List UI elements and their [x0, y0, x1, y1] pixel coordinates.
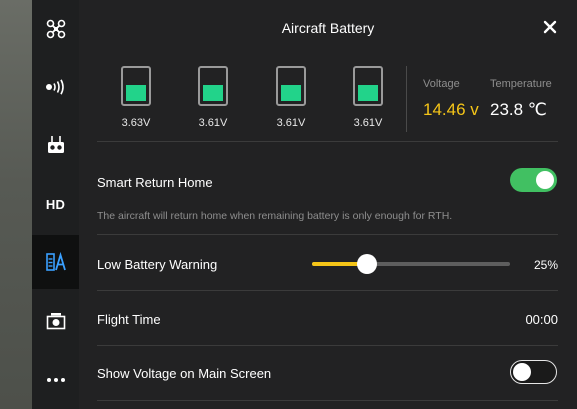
- divider: [97, 345, 558, 346]
- low-battery-warning-label: Low Battery Warning: [97, 257, 218, 272]
- divider: [97, 234, 558, 235]
- battery-settings-panel: Aircraft Battery 3.63V 3.61V 3.61V 3.61V…: [79, 0, 577, 409]
- smart-return-home-description: The aircraft will return home when remai…: [97, 210, 453, 222]
- battery-cell-1-icon: [121, 66, 151, 106]
- stats-divider: [406, 66, 407, 132]
- smart-return-home-toggle[interactable]: [510, 168, 557, 192]
- cell-voltage: 3.61V: [353, 117, 383, 129]
- sidebar-item-remote-controller[interactable]: [32, 118, 79, 172]
- battery-icon: [45, 252, 67, 272]
- slider-handle[interactable]: [357, 254, 378, 274]
- sidebar-item-camera[interactable]: [32, 294, 79, 348]
- divider: [97, 141, 558, 142]
- battery-cell-2-icon: [198, 66, 228, 106]
- cell-level-fill: [126, 85, 146, 101]
- aircraft-icon: [46, 19, 66, 39]
- sidebar-item-signal[interactable]: [32, 60, 79, 114]
- flight-time-value: 00:00: [525, 312, 558, 327]
- voltage-value: 14.46 v: [423, 100, 479, 119]
- show-voltage-label: Show Voltage on Main Screen: [97, 366, 272, 381]
- more-icon: [46, 377, 66, 383]
- cell-level-fill: [203, 85, 223, 101]
- battery-cell-3-icon: [276, 66, 306, 106]
- flight-time-label: Flight Time: [97, 312, 161, 327]
- voltage-label: Voltage: [423, 78, 460, 90]
- show-voltage-toggle[interactable]: [510, 360, 557, 384]
- temperature-value: 23.8 ℃: [490, 100, 547, 119]
- signal-icon: [45, 79, 67, 95]
- toggle-knob: [536, 171, 554, 189]
- sidebar: HD: [32, 0, 79, 409]
- background-strip: [0, 0, 32, 409]
- smart-return-home-label: Smart Return Home: [97, 175, 213, 190]
- camera-icon: [46, 312, 66, 330]
- cell-level-fill: [358, 85, 378, 101]
- remote-controller-icon: [46, 135, 66, 155]
- cell-voltage: 3.61V: [276, 117, 306, 129]
- close-icon: [541, 20, 559, 40]
- battery-cell-4-icon: [353, 66, 383, 106]
- temperature-label: Temperature: [490, 78, 552, 90]
- toggle-knob: [513, 362, 531, 381]
- cell-level-fill: [281, 85, 301, 101]
- hd-label: HD: [45, 196, 66, 212]
- sidebar-item-battery[interactable]: [32, 235, 79, 289]
- sidebar-item-aircraft[interactable]: [32, 2, 79, 56]
- page-title: Aircraft Battery: [281, 20, 375, 36]
- divider: [97, 290, 558, 291]
- divider: [97, 400, 558, 401]
- sidebar-item-more[interactable]: [32, 353, 79, 407]
- cell-voltage: 3.61V: [198, 117, 228, 129]
- low-battery-warning-slider[interactable]: [312, 254, 510, 274]
- sidebar-item-hd[interactable]: HD: [32, 177, 79, 231]
- low-battery-warning-value: 25%: [533, 258, 558, 272]
- cell-voltage: 3.63V: [121, 117, 151, 129]
- close-button[interactable]: [541, 18, 559, 36]
